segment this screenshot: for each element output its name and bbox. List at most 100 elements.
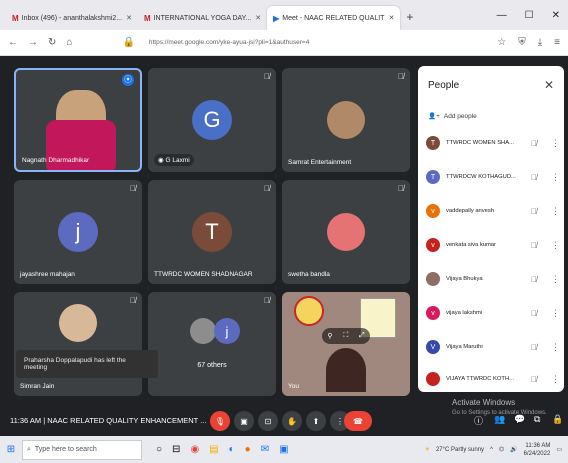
menu-icon[interactable]: ≡ [554,37,560,48]
tab-meet[interactable]: ▶ Meet - NAAC RELATED QUALIT ✕ [267,6,401,30]
download-icon[interactable]: ⤓ [538,37,542,48]
cortana-icon[interactable]: ○ [156,444,162,455]
gmail-icon: M [143,13,151,23]
edge-icon[interactable]: ◐ [229,444,235,455]
participant-tile[interactable]: 🎙̸ Simran Jain [14,292,142,396]
pin-icon[interactable]: ⚲ [327,332,332,340]
more-options-icon[interactable]: ⋮ [551,308,560,319]
present-button[interactable]: ⬆ [306,411,326,431]
avatar: v [426,204,440,218]
close-icon[interactable]: ✕ [544,78,554,92]
network-icon[interactable]: ⌬ [499,446,504,453]
minimize-button[interactable]: — [497,10,507,21]
back-icon[interactable]: ← [8,37,18,48]
participant-tile[interactable]: 🎙̸ swetha bandla [282,180,410,284]
participant-name: Samrat Entertainment [288,159,352,166]
fullscreen-icon[interactable]: ⤢ [359,332,365,340]
more-options-icon[interactable]: ⋮ [551,342,560,353]
list-item[interactable]: v venkata siva kumar 🎙̸ ⋮ [426,232,560,258]
participant-name: Simran Jain [20,383,55,390]
chrome-icon[interactable]: ◉ [190,444,199,455]
mic-off-icon[interactable]: 🎙̸ [531,207,537,216]
shield-icon[interactable]: ⛨ [518,37,526,48]
weather-text[interactable]: 27°C Partly sunny [436,447,484,453]
avatar: V [426,340,440,354]
mic-off-icon: 🎙̸ [264,72,270,81]
lock-icon[interactable]: 🔒 [552,414,563,425]
list-item[interactable]: T TTWRDC WOMEN SHA... 🎙̸ ⋮ [426,130,560,156]
forward-icon[interactable]: → [28,37,38,48]
more-options-icon[interactable]: ⋮ [551,138,560,149]
tab-inbox[interactable]: M Inbox (496) - ananthalakshmi2... ✕ [6,6,138,30]
clock[interactable]: 11:36 AM 6/24/2022 [524,442,551,458]
taskbar-search[interactable]: ⌕ Type here to search [22,439,142,460]
mic-off-icon[interactable]: 🎙̸ [531,375,537,384]
notifications-icon[interactable]: ▭ [556,446,562,453]
mic-off-icon[interactable]: 🎙̸ [531,139,537,148]
store-icon[interactable]: ▣ [279,444,288,455]
close-icon[interactable]: ✕ [255,14,261,22]
tab-yoga-day[interactable]: M INTERNATIONAL YOGA DAY... ✕ [138,6,267,30]
others-tile[interactable]: j 🎙̸ 67 others [148,292,276,396]
mic-off-icon[interactable]: 🎙̸ [531,241,537,250]
browser-tab-strip: M Inbox (496) - ananthalakshmi2... ✕ M INTE… [0,0,568,30]
raise-hand-button[interactable]: ✋ [282,411,302,431]
list-item[interactable]: Vijaya Bhukya 🎙̸ ⋮ [426,266,560,292]
list-item[interactable]: v vijaya lakshmi 🎙̸ ⋮ [426,300,560,326]
windows-taskbar: ⊞ ⌕ Type here to search ○ ⊟ ◉ ▤ ◐ ● ✉ ▣ ☀… [0,436,568,463]
close-window-button[interactable]: ✕ [552,10,560,21]
close-icon[interactable]: ✕ [126,14,132,22]
task-view-icon[interactable]: ⊟ [172,444,180,455]
mic-off-icon[interactable]: 🎙̸ [531,343,537,352]
more-options-icon[interactable]: ⋮ [551,240,560,251]
participant-tile[interactable]: 🎙̸ Samrat Entertainment [282,68,410,172]
home-icon[interactable]: ⌂ [66,37,72,48]
left-meeting-toast: Praharsha Doppalapudi has left the meeti… [16,350,158,378]
list-item[interactable]: VIJAYA TTWRDC KOTH... 🎙̸ ⋮ [426,366,560,392]
participant-tile[interactable]: G 🎙̸ ◉ G Laxmi [148,68,276,172]
firefox-icon[interactable]: ● [245,444,251,455]
tray-chevron-icon[interactable]: ^ [490,447,493,453]
volume-icon[interactable]: 🔊 [510,446,517,453]
self-tile-controls: ⚲ ⛶ ⤢ [322,328,370,344]
avatar [327,101,365,139]
search-icon: ⌕ [27,445,31,453]
more-options-icon[interactable]: ⋮ [551,374,560,385]
add-person-icon: 👤+ [428,113,440,120]
list-item[interactable]: V Vijaya Maruthi 🎙̸ ⋮ [426,334,560,360]
bookmark-icon[interactable]: ☆ [497,37,506,48]
mic-toggle-button[interactable]: 🎙 [210,411,230,431]
new-tab-button[interactable]: + [406,10,413,24]
add-people-button[interactable]: 👤+ Add people [428,112,477,121]
file-explorer-icon[interactable]: ▤ [209,444,218,455]
maximize-button[interactable]: ☐ [525,10,534,21]
self-video [326,348,366,392]
avatar [327,213,365,251]
url-field[interactable]: https://meet.google.com/yke-ayua-jsi?pli… [149,39,309,46]
list-item[interactable]: v vaddepally anvesh 🎙̸ ⋮ [426,198,560,224]
more-options-icon[interactable]: ⋮ [551,172,560,183]
close-icon[interactable]: ✕ [388,14,394,22]
list-item[interactable]: T TTWRDCW KOTHAGUD... 🎙̸ ⋮ [426,164,560,190]
frame-icon[interactable]: ⛶ [343,332,348,340]
reload-icon[interactable]: ↻ [48,37,56,48]
more-options-icon[interactable]: ⋮ [551,274,560,285]
participant-name: ◉ G Laxmi [154,154,194,166]
participant-tile[interactable]: ⦿ Nagnath Dharmadhikar [14,68,142,172]
windows-start-icon[interactable]: ⊞ [0,444,22,455]
mic-off-icon[interactable]: 🎙̸ [531,173,537,182]
decor-image [294,296,324,326]
avatar [426,372,440,386]
mic-off-icon[interactable]: 🎙̸ [531,275,537,284]
more-options-icon[interactable]: ⋮ [551,206,560,217]
camera-toggle-button[interactable]: ▣ [234,411,254,431]
mic-off-icon[interactable]: 🎙̸ [531,309,537,318]
participant-tile[interactable]: j 🎙̸ jayashree mahajan [14,180,142,284]
avatar: j [214,318,240,344]
mail-icon[interactable]: ✉ [261,444,269,455]
leave-call-button[interactable]: ☎ [344,411,372,431]
self-tile[interactable]: ⚲ ⛶ ⤢ You [282,292,410,396]
participant-tile[interactable]: T 🎙̸ TTWRDC WOMEN SHADNAGAR [148,180,276,284]
captions-button[interactable]: ⊡ [258,411,278,431]
taskbar-apps: ○ ⊟ ◉ ▤ ◐ ● ✉ ▣ [156,444,289,455]
